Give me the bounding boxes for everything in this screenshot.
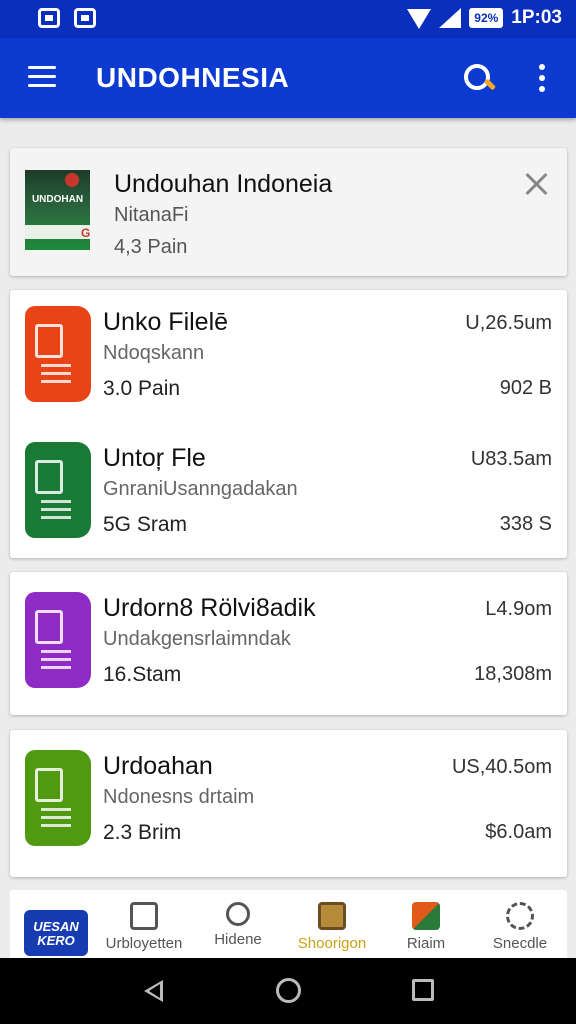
- nav-label: Urbloyetten: [105, 935, 183, 952]
- notification-title: Undouhan Indoneia: [114, 170, 333, 198]
- notification-icon: [74, 8, 96, 28]
- battery-icon: 92%: [469, 8, 504, 28]
- status-notification-icons: [38, 8, 96, 28]
- notification-subtitle: NitanaFi: [114, 204, 189, 226]
- thumbnail-label: UNDOHAN: [31, 194, 84, 205]
- list-item[interactable]: Urdoahan Ndonesns drtaim 2.3 Brim US,40.…: [10, 734, 567, 869]
- app-size-secondary: 338 S: [499, 513, 552, 535]
- app-developer: Ndonesns drtaim: [103, 786, 255, 808]
- home-icon[interactable]: [276, 978, 301, 1003]
- app-developer: Undakgensrlaimndak: [103, 628, 291, 650]
- notification-thumbnail: UNDOHAN G: [25, 170, 90, 250]
- settings-icon: [506, 902, 534, 930]
- app-title: UNDOHNESIA: [96, 62, 290, 93]
- app-size: US,40.5om: [451, 756, 552, 778]
- shop-icon: [130, 902, 158, 930]
- app-size: U83.5am: [470, 448, 552, 470]
- nav-label: Snecdle: [492, 935, 548, 952]
- nav-item-settings[interactable]: Snecdle: [474, 902, 566, 958]
- app-list-card: Urdorn8 Rölvi8adik Undakgensrlaimndak 16…: [10, 572, 567, 715]
- notification-icon: [38, 8, 60, 28]
- document-icon: [25, 306, 91, 402]
- menu-icon[interactable]: [28, 66, 56, 88]
- app-name: Untoŗ Fle: [103, 444, 206, 472]
- status-right: 92% 1P:03: [407, 7, 562, 29]
- nav-item-shop[interactable]: Urbloyetten: [98, 902, 190, 958]
- back-icon[interactable]: [144, 980, 163, 1002]
- nav-item-apps[interactable]: Shoorigon: [286, 902, 378, 958]
- app-name: Urdorn8 Rölvi8adik: [103, 594, 316, 622]
- list-item[interactable]: Urdorn8 Rölvi8adik Undakgensrlaimndak 16…: [10, 576, 567, 711]
- app-list-card: Urdoahan Ndonesns drtaim 2.3 Brim US,40.…: [10, 730, 567, 877]
- nav-label: Hidene: [214, 931, 262, 948]
- bottom-navigation: UESAN KERO Urbloyetten Hidene Shoorigon …: [10, 890, 567, 958]
- list-item[interactable]: Unko Filelē Ndoqskann 3.0 Pain U,26.5um …: [10, 290, 567, 425]
- search-icon: [226, 902, 250, 926]
- nav-label: Shoorigon: [297, 935, 367, 952]
- nav-label: Riaim: [406, 935, 446, 952]
- app-name: Unko Filelē: [103, 308, 229, 336]
- app-size-secondary: 18,308m: [474, 663, 552, 685]
- games-icon: [412, 902, 440, 930]
- clock: 1P:03: [511, 7, 562, 28]
- leaf-document-icon: [25, 442, 91, 538]
- app-list-card: Unko Filelē Ndoqskann 3.0 Pain U,26.5um …: [10, 290, 567, 558]
- app-size-secondary: 902 B: [499, 377, 552, 399]
- app-meta: 16.Stam: [103, 663, 182, 686]
- app-size-secondary: $6.0am: [485, 821, 552, 843]
- thumbnail-mark: G: [81, 226, 90, 240]
- app-size: L4.9om: [485, 598, 552, 620]
- search-icon[interactable]: [462, 62, 494, 94]
- list-item[interactable]: Untoŗ Fle GnraniUsanngadakan 5G Sram U83…: [10, 426, 567, 561]
- app-name: Urdoahan: [103, 752, 213, 780]
- close-icon[interactable]: [524, 172, 548, 196]
- recents-icon[interactable]: [412, 979, 434, 1001]
- app-meta: 5G Sram: [103, 513, 188, 536]
- signal-icon: [439, 8, 462, 28]
- app-size: U,26.5um: [465, 312, 552, 334]
- app-bar: UNDOHNESIA: [0, 38, 576, 118]
- wifi-icon: [407, 9, 432, 29]
- app-developer: Ndoqskann: [103, 342, 205, 364]
- note-document-icon: [25, 592, 91, 688]
- file-document-icon: [25, 750, 91, 846]
- nav-item-search[interactable]: Hidene: [192, 902, 284, 958]
- system-navigation-bar: [0, 958, 576, 1024]
- brand-logo[interactable]: UESAN KERO: [24, 910, 88, 956]
- nav-item-games[interactable]: Riaim: [380, 902, 472, 958]
- more-icon[interactable]: [538, 64, 546, 92]
- notification-meta: 4,3 Pain: [114, 236, 188, 258]
- app-meta: 3.0 Pain: [103, 377, 181, 400]
- thumbnail-emblem: [65, 173, 79, 187]
- app-developer: GnraniUsanngadakan: [103, 478, 298, 500]
- apps-icon: [318, 902, 346, 930]
- status-bar: 92% 1P:03: [0, 0, 576, 38]
- app-meta: 2.3 Brim: [103, 821, 182, 844]
- notification-card[interactable]: UNDOHAN G Undouhan Indoneia NitanaFi 4,3…: [10, 148, 567, 276]
